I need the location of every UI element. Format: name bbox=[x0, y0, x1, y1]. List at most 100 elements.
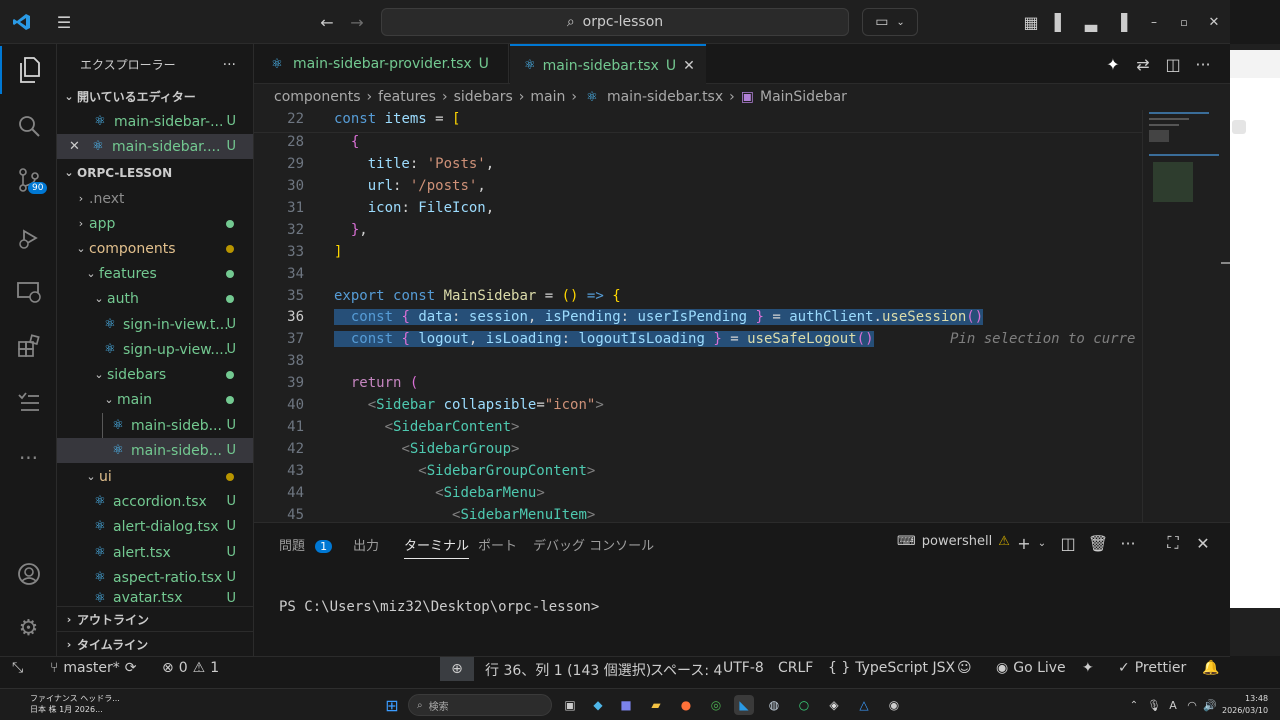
clock[interactable]: 13:48 2026/03/10 bbox=[1222, 693, 1268, 717]
tree-folder-auth[interactable]: ⌄ auth bbox=[57, 286, 253, 311]
ime-indicator[interactable]: A bbox=[1163, 695, 1183, 715]
copilot-status-icon[interactable]: ☺ bbox=[957, 660, 972, 676]
breadcrumb-item[interactable]: components bbox=[274, 89, 361, 105]
chrome-icon[interactable]: ◎ bbox=[706, 695, 726, 715]
copilot-sparkle-icon[interactable]: ✦ bbox=[1103, 54, 1123, 74]
tree-folder-ui[interactable]: ⌄ ui bbox=[57, 464, 253, 489]
steam-icon[interactable]: ◍ bbox=[764, 695, 784, 715]
branch-indicator[interactable]: ⑂ master* ⟳ bbox=[50, 660, 137, 676]
tree-folder-components[interactable]: ⌄ components bbox=[57, 236, 253, 261]
tree-file-aspect-ratio[interactable]: ⚛ aspect-ratio.tsx U bbox=[57, 565, 253, 590]
prettier-status[interactable]: ✓ Prettier bbox=[1118, 660, 1186, 676]
vscode-taskbar-icon[interactable]: ◣ bbox=[734, 695, 754, 715]
tree-file-main-sidebar-provider[interactable]: ⚛ main-sideb... U bbox=[57, 413, 253, 463]
tree-folder-sidebars[interactable]: ⌄ sidebars bbox=[57, 362, 253, 387]
split-editor-icon[interactable]: ◫ bbox=[1163, 54, 1183, 74]
end-of-line[interactable]: CRLF bbox=[778, 660, 813, 676]
inline-chat-hint[interactable]: Pin selection to curre bbox=[950, 331, 1135, 347]
tree-folder-app[interactable]: › app bbox=[57, 211, 253, 236]
news-widget[interactable]: ファイナンス ヘッドラ... 日本 株 1月 2026... bbox=[12, 693, 122, 719]
tree-file-alert-dialog[interactable]: ⚛ alert-dialog.tsx U bbox=[57, 514, 253, 539]
add-terminal-icon[interactable]: + bbox=[1014, 533, 1034, 553]
compare-changes-icon[interactable]: ⇄ bbox=[1133, 54, 1153, 74]
notifications-bell-icon[interactable]: 🔔 bbox=[1202, 660, 1219, 676]
trash-icon[interactable]: 🗑 bbox=[1088, 533, 1108, 553]
indentation[interactable]: スペース: 4 bbox=[650, 660, 722, 680]
close-window-icon[interactable]: ✕ bbox=[1204, 12, 1224, 32]
search-icon[interactable] bbox=[0, 102, 57, 150]
microphone-icon[interactable]: 🎙 bbox=[1144, 695, 1164, 715]
tab-debug-console[interactable]: デバッグ コンソール bbox=[533, 535, 654, 554]
language-mode[interactable]: { } TypeScript JSX bbox=[828, 660, 955, 676]
tree-file-sign-in-view[interactable]: ⚛ sign-in-view.t... U bbox=[57, 312, 253, 337]
cursor-position[interactable]: 行 36、列 1 (143 個選択) bbox=[485, 660, 651, 680]
breadcrumb-item[interactable]: main bbox=[530, 89, 565, 105]
app-cube-icon[interactable]: ◈ bbox=[824, 695, 844, 715]
back-arrow-icon[interactable]: ← bbox=[317, 12, 337, 32]
toggle-panel-icon[interactable]: ▃ bbox=[1081, 12, 1101, 32]
remote-explorer-icon[interactable] bbox=[0, 268, 57, 316]
volume-icon[interactable]: 🔊 bbox=[1200, 695, 1220, 715]
tree-folder-features[interactable]: ⌄ features bbox=[57, 261, 253, 286]
close-tab-icon[interactable]: ✕ bbox=[683, 58, 695, 74]
outline-section-header[interactable]: › アウトライン bbox=[57, 606, 253, 631]
minimap[interactable] bbox=[1142, 110, 1230, 522]
teams-icon[interactable]: ■ bbox=[616, 695, 636, 715]
go-live-button[interactable]: ◉ Go Live bbox=[996, 660, 1066, 676]
windows-start-icon[interactable]: ⊞ bbox=[382, 695, 402, 715]
breadcrumb-item[interactable]: MainSidebar bbox=[760, 89, 847, 105]
chevron-down-icon[interactable]: ⌄ bbox=[1032, 533, 1052, 553]
breadcrumb-item[interactable]: sidebars bbox=[454, 89, 513, 105]
tab-output[interactable]: 出力 bbox=[353, 535, 379, 554]
tab-terminal[interactable]: ターミナル bbox=[404, 535, 470, 559]
zoom-icon[interactable]: ⊕ bbox=[440, 657, 474, 681]
encoding[interactable]: UTF-8 bbox=[723, 660, 764, 676]
task-view-icon[interactable]: ▣ bbox=[560, 695, 580, 715]
tree-folder-next[interactable]: › .next bbox=[57, 186, 253, 211]
breadcrumb-item[interactable]: features bbox=[378, 89, 436, 105]
account-icon[interactable] bbox=[0, 550, 57, 598]
open-editor-item[interactable]: ⚛ main-sidebar-... U bbox=[57, 109, 253, 134]
breadcrumb-item[interactable]: main-sidebar.tsx bbox=[607, 89, 723, 105]
more-icon[interactable]: ··· bbox=[0, 434, 57, 482]
command-center-search[interactable]: ⌕ orpc-lesson bbox=[381, 8, 849, 36]
toggle-secondary-sidebar-icon[interactable]: ▐ bbox=[1111, 12, 1131, 32]
copilot-sparkle-icon[interactable]: ✦ bbox=[1082, 660, 1094, 676]
code-editor[interactable]: 22 28 29 30 31 32 33 34 35 36 37 38 39 4… bbox=[254, 110, 1230, 522]
tree-file-main-sidebar[interactable]: ⚛ main-sideb... U bbox=[57, 438, 253, 463]
tree-file-accordion[interactable]: ⚛ accordion.tsx U bbox=[57, 489, 253, 514]
tab-main-sidebar[interactable]: ⚛ main-sidebar.tsx U ✕ bbox=[510, 44, 706, 85]
open-editor-item-active[interactable]: ✕ ⚛ main-sidebar.... U bbox=[57, 134, 253, 159]
more-actions-icon[interactable]: ··· bbox=[223, 57, 236, 73]
maximize-panel-icon[interactable]: ⛶ bbox=[1163, 533, 1183, 553]
minimize-icon[interactable]: – bbox=[1144, 12, 1164, 32]
extensions-icon[interactable] bbox=[0, 322, 57, 370]
file-explorer-icon[interactable]: ▰ bbox=[646, 695, 666, 715]
split-terminal-icon[interactable]: ◫ bbox=[1058, 533, 1078, 553]
project-section-header[interactable]: ⌄ ORPC-LESSON bbox=[57, 160, 253, 185]
testing-icon[interactable] bbox=[0, 378, 57, 426]
more-actions-icon[interactable]: ··· bbox=[1118, 533, 1138, 553]
app-triangle-icon[interactable]: △ bbox=[854, 695, 874, 715]
copilot-chat-button[interactable]: ▭ ⌄ bbox=[862, 8, 918, 36]
more-actions-icon[interactable]: ··· bbox=[1193, 54, 1213, 74]
settings-gear-icon[interactable]: ⚙ bbox=[0, 604, 57, 652]
tab-ports[interactable]: ポート bbox=[478, 535, 517, 554]
problems-indicator[interactable]: ⊗ 0 ⚠ 1 bbox=[162, 660, 219, 676]
explorer-icon[interactable] bbox=[0, 46, 57, 94]
tree-file-sign-up-view[interactable]: ⚛ sign-up-view.... U bbox=[57, 337, 253, 362]
remote-indicator-icon[interactable]: ⤡ bbox=[12, 660, 23, 676]
tree-folder-main[interactable]: ⌄ main bbox=[57, 387, 253, 412]
open-editors-section-header[interactable]: ⌄ 開いているエディター bbox=[57, 84, 253, 109]
tab-main-sidebar-provider[interactable]: ⚛ main-sidebar-provider.tsx U bbox=[254, 44, 509, 84]
toggle-primary-sidebar-icon[interactable]: ▌ bbox=[1051, 12, 1071, 32]
close-panel-icon[interactable]: ✕ bbox=[1193, 533, 1213, 553]
customize-layout-icon[interactable]: ▦ bbox=[1021, 12, 1041, 32]
source-control-icon[interactable]: 90 bbox=[0, 156, 57, 204]
copilot-app-icon[interactable]: ◆ bbox=[588, 695, 608, 715]
forward-arrow-icon[interactable]: → bbox=[347, 12, 367, 32]
tray-chevron-icon[interactable]: ⌃ bbox=[1124, 695, 1144, 715]
tree-file-alert[interactable]: ⚛ alert.tsx U bbox=[57, 540, 253, 565]
tree-file-avatar[interactable]: ⚛ avatar.tsx U bbox=[57, 590, 253, 606]
taskbar-search-box[interactable]: ⌕ 検索 bbox=[408, 694, 552, 716]
